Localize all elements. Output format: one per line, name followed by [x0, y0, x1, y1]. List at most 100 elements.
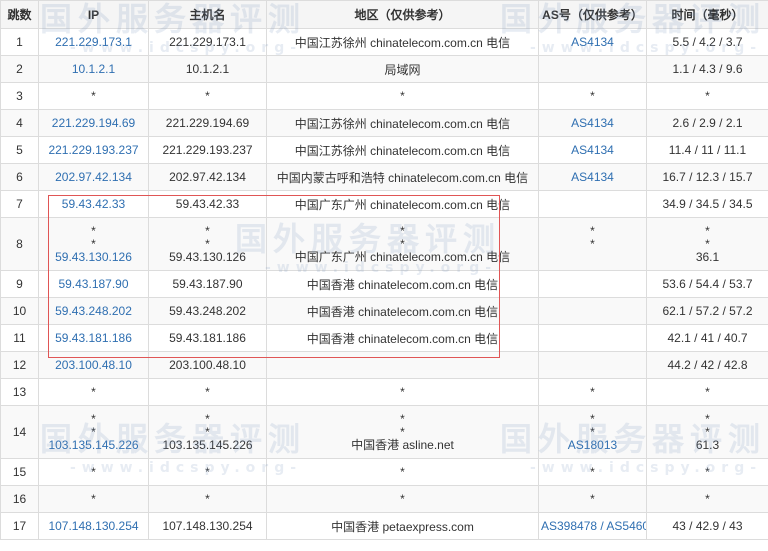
time-cell-text: 11.4 / 11 / 11.1	[668, 143, 747, 157]
hostname-cell-text: 59.43.187.90	[172, 277, 243, 291]
header-as: AS号（仅供参考）	[538, 0, 647, 29]
as-cell: *	[538, 82, 647, 110]
ip-cell-text[interactable]: 107.148.130.254	[48, 519, 138, 533]
hop-cell: 3	[0, 82, 39, 110]
ip-cell-line[interactable]: 103.135.145.226	[41, 438, 146, 452]
hop-cell: 14	[0, 405, 39, 459]
time-cell-text: *	[705, 89, 710, 103]
time-cell-line: *	[705, 424, 710, 439]
region-cell: *	[266, 485, 539, 513]
ip-cell-text[interactable]: 221.229.173.1	[55, 35, 132, 49]
hostname-cell-text: *	[205, 492, 210, 506]
hostname-cell-text: 203.100.48.10	[169, 358, 246, 372]
traceroute-table: 跳数 IP 主机名 地区（仅供参考） AS号（仅供参考） 时间（毫秒） 1 221…	[0, 0, 768, 540]
as-cell	[538, 297, 647, 325]
time-cell: 44.2 / 42 / 42.8	[646, 351, 768, 379]
hop-cell: 7	[0, 190, 39, 218]
hop-cell-text: 10	[12, 304, 27, 318]
hostname-cell: *	[148, 378, 267, 406]
hop-cell-text: 3	[16, 89, 23, 103]
hostname-cell: 203.100.48.10	[148, 351, 267, 379]
hostname-cell-text: 202.97.42.134	[169, 170, 246, 184]
hostname-cell: 10.1.2.1	[148, 55, 267, 83]
ip-cell-text[interactable]: 10.1.2.1	[72, 62, 115, 76]
as-cell	[538, 55, 647, 83]
header-hostname: 主机名	[148, 0, 267, 29]
time-cell: 5.5 / 4.2 / 3.7	[646, 28, 768, 56]
region-cell	[266, 351, 539, 379]
ip-cell-line: *	[91, 236, 96, 251]
region-cell: *	[266, 458, 539, 486]
table-row: 9 59.43.187.90 59.43.187.90 中国香港 chinatelec…	[0, 270, 768, 298]
region-cell-line: *	[400, 236, 405, 251]
hop-cell-text: 11	[13, 331, 26, 345]
as-cell-text: *	[590, 465, 595, 479]
table-row: 5 221.229.193.237 221.229.193.237 中国江苏徐州 ch…	[0, 136, 768, 164]
region-cell: 中国香港 chinatelecom.com.cn 电信	[266, 270, 539, 298]
ip-cell-text[interactable]: 59.43.187.90	[58, 277, 128, 291]
hostname-cell-line: *	[205, 223, 210, 238]
hop-cell: 9	[0, 270, 39, 298]
region-cell-text: 中国江苏徐州 chinatelecom.com.cn 电信	[294, 35, 511, 50]
ip-cell-text[interactable]: 221.229.193.237	[48, 143, 138, 157]
header-region: 地区（仅供参考）	[266, 0, 539, 29]
as-cell-text: *	[590, 385, 595, 399]
time-cell: 62.1 / 57.2 / 57.2	[646, 297, 768, 325]
hostname-cell-text: 221.229.173.1	[169, 35, 246, 49]
as-cell	[538, 324, 647, 352]
hostname-cell-text: *	[205, 465, 210, 479]
time-cell-text: *	[705, 492, 710, 506]
as-link[interactable]: AS398478 / AS54600	[541, 519, 646, 533]
time-cell: 53.6 / 54.4 / 53.7	[646, 270, 768, 298]
hostname-cell: 59.43.42.33	[148, 190, 267, 218]
hostname-cell: 221.229.173.1	[148, 28, 267, 56]
hop-cell-text: 7	[16, 197, 23, 211]
hop-cell: 16	[0, 485, 39, 513]
ip-cell-text[interactable]: 203.100.48.10	[55, 358, 132, 372]
hostname-cell-text: *	[205, 385, 210, 399]
ip-cell-text[interactable]: 221.229.194.69	[52, 116, 135, 130]
as-cell-text[interactable]: AS4134	[571, 116, 614, 130]
ip-cell: *	[38, 82, 149, 110]
ip-cell: 107.148.130.254	[38, 512, 149, 540]
hop-cell-text: 1	[16, 35, 23, 49]
as-cell-text[interactable]: AS4134	[571, 143, 614, 157]
hop-cell: 12	[0, 351, 39, 379]
as-cell-text[interactable]: AS4134	[571, 170, 614, 184]
hop-cell-text: 6	[16, 170, 23, 184]
as-cell	[538, 351, 647, 379]
hostname-cell: *	[148, 82, 267, 110]
as-cell: * *	[538, 217, 647, 271]
hop-cell-text: 2	[16, 62, 23, 76]
hostname-cell: * * 59.43.130.126	[148, 217, 267, 271]
ip-cell: *	[38, 485, 149, 513]
as-cell	[538, 270, 647, 298]
ip-cell-text[interactable]: 59.43.42.33	[62, 197, 125, 211]
hop-cell: 2	[0, 55, 39, 83]
as-cell-text[interactable]: AS4134	[571, 35, 614, 49]
time-cell-line: *	[705, 411, 710, 426]
hostname-cell-text: *	[205, 89, 210, 103]
ip-cell-line[interactable]: 59.43.130.126	[41, 250, 146, 264]
ip-cell-text[interactable]: 59.43.248.202	[55, 304, 132, 318]
hop-cell: 6	[0, 163, 39, 191]
hostname-cell-text: 59.43.248.202	[169, 304, 246, 318]
time-cell: * * 36.1	[646, 217, 768, 271]
ip-cell-text[interactable]: 202.97.42.134	[55, 170, 132, 184]
as-cell: AS4134	[538, 28, 647, 56]
hop-cell-text: 16	[12, 492, 27, 506]
hostname-cell-text: 10.1.2.1	[185, 62, 230, 76]
hop-cell: 4	[0, 109, 39, 137]
ip-cell: 10.1.2.1	[38, 55, 149, 83]
ip-cell-text[interactable]: 59.43.181.186	[55, 331, 132, 345]
hop-cell: 17	[0, 512, 39, 540]
ip-cell: 202.97.42.134	[38, 163, 149, 191]
as-cell: *	[538, 378, 647, 406]
region-cell-text: *	[400, 385, 405, 399]
as-cell-line[interactable]: AS18013	[541, 438, 644, 452]
region-cell: 中国广东广州 chinatelecom.com.cn 电信	[266, 190, 539, 218]
region-cell-line: 中国广东广州 chinatelecom.com.cn 电信	[294, 249, 511, 264]
hop-cell: 1	[0, 28, 39, 56]
region-cell-text: *	[400, 492, 405, 506]
time-cell: 1.1 / 4.3 / 9.6	[646, 55, 768, 83]
